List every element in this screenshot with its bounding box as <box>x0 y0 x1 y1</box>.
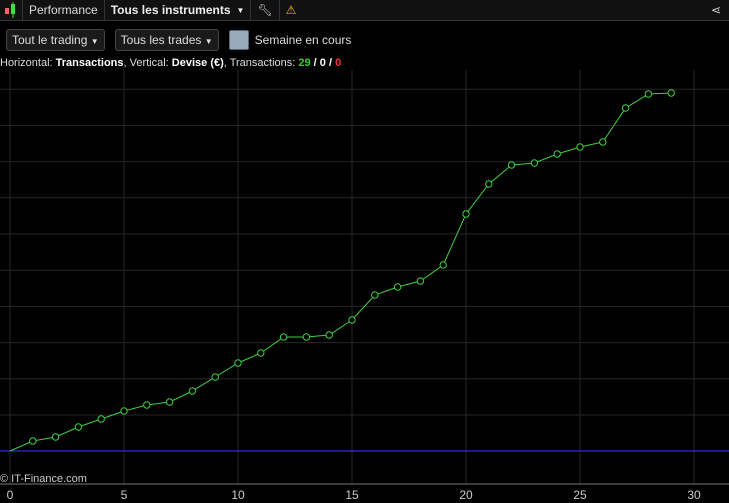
data-point <box>302 333 311 341</box>
series-line <box>9 92 672 452</box>
data-point <box>507 161 516 169</box>
data-point <box>485 180 493 188</box>
data-point <box>462 210 470 218</box>
x-tick-label: 10 <box>231 488 245 502</box>
data-point <box>348 316 356 324</box>
data-point <box>257 349 265 357</box>
data-point <box>279 333 288 341</box>
x-tick-label: 30 <box>687 488 701 502</box>
data-point <box>621 104 630 112</box>
performance-chart: 0 5 10 15 20 25 30 <box>0 70 729 502</box>
data-point <box>393 283 402 291</box>
data-point <box>576 143 584 151</box>
data-point <box>599 138 607 146</box>
data-point <box>74 423 83 431</box>
data-point <box>165 398 174 406</box>
data-point <box>234 359 242 367</box>
x-tick-label: 15 <box>345 488 359 502</box>
data-point <box>120 407 128 415</box>
x-tick-label: 0 <box>7 488 14 502</box>
data-point <box>325 331 333 339</box>
data-point <box>553 150 561 158</box>
data-point <box>371 291 379 299</box>
data-point <box>530 159 539 167</box>
data-point <box>211 373 219 381</box>
data-point <box>667 89 675 97</box>
x-tick-label: 20 <box>459 488 473 502</box>
data-point <box>416 277 425 285</box>
data-point <box>188 387 197 395</box>
data-point <box>51 433 60 441</box>
data-point <box>143 401 151 409</box>
data-point <box>97 415 105 423</box>
x-tick-label: 25 <box>573 488 587 502</box>
x-tick-label: 5 <box>121 488 128 502</box>
data-point <box>29 437 37 445</box>
data-point <box>644 90 653 98</box>
copyright: © IT-Finance.com <box>0 473 87 485</box>
data-point <box>439 261 447 269</box>
